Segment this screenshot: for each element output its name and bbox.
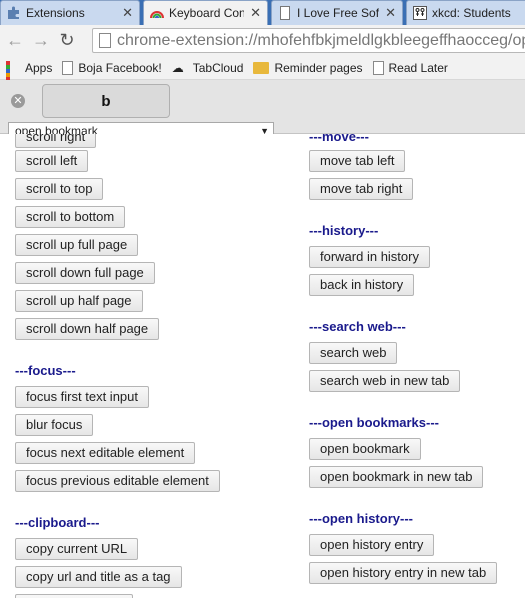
section-heading-open-bookmarks: ---open bookmarks--- xyxy=(309,415,439,430)
command-button[interactable]: copy url and title as a tag xyxy=(15,566,182,588)
section-heading-clipboard: ---clipboard--- xyxy=(15,515,100,530)
tab-title: I Love Free Sof xyxy=(297,6,380,20)
command-button[interactable]: scroll left xyxy=(15,150,89,172)
command-button[interactable]: scroll down full page xyxy=(15,262,155,284)
bookmark-label: Read Later xyxy=(388,60,448,75)
command-button[interactable]: scroll right xyxy=(15,134,97,148)
command-button[interactable]: focus previous editable element xyxy=(15,470,220,492)
section-heading-focus: ---focus--- xyxy=(15,363,76,378)
tab-extensions[interactable]: Extensions ✕ xyxy=(0,0,140,25)
command-button[interactable]: scroll to top xyxy=(15,178,104,200)
shortcut-key-input[interactable]: b xyxy=(42,84,170,118)
bookmark-tabcloud[interactable]: ☁ TabCloud xyxy=(172,61,244,75)
bookmark-apps[interactable]: Apps xyxy=(6,60,53,97)
page-icon xyxy=(278,6,292,20)
command-button[interactable]: scroll to bottom xyxy=(15,206,126,228)
cloud-icon: ☁ xyxy=(171,60,184,75)
tab-title: Keyboard Con xyxy=(169,6,245,20)
address-bar[interactable]: chrome-extension://mhofehfbkjmeldlgkblee… xyxy=(92,28,525,53)
tab-title: Extensions xyxy=(26,6,85,20)
command-button[interactable]: focus next editable element xyxy=(15,442,196,464)
command-button[interactable]: scroll down half page xyxy=(15,318,160,340)
command-button[interactable]: move tab left xyxy=(309,150,406,172)
command-button[interactable]: open history entry in new tab xyxy=(309,562,498,584)
xkcd-icon xyxy=(413,6,427,20)
folder-icon xyxy=(253,61,270,74)
command-button[interactable]: copy current URL xyxy=(15,538,139,560)
close-icon[interactable]: ✕ xyxy=(385,5,396,21)
command-button[interactable]: focus first text input xyxy=(15,386,149,408)
bookmark-label: Reminder pages xyxy=(274,60,363,75)
bookmark-read-later[interactable]: Read Later xyxy=(372,60,448,75)
browser-toolbar: ← → ↻ chrome-extension://mhofehfbkjmeldl… xyxy=(0,25,525,56)
puzzle-icon xyxy=(7,6,21,20)
tab-keyboard-con[interactable]: Keyboard Con ✕ xyxy=(143,0,268,25)
command-button[interactable]: scroll up full page xyxy=(15,234,139,256)
command-button[interactable]: blur focus xyxy=(15,414,94,436)
bookmarks-bar: Apps Boja Facebook! ☁ TabCloud Reminder … xyxy=(0,56,525,97)
shortcut-editor: ✕ b open bookmark ▼ xyxy=(0,80,525,140)
bookmark-label: Apps xyxy=(25,60,53,75)
command-button[interactable]: open history entry xyxy=(309,534,435,556)
bookmark-boja-facebook[interactable]: Boja Facebook! xyxy=(62,60,162,75)
section-heading-search-web: ---search web--- xyxy=(309,319,406,334)
command-button[interactable]: search web xyxy=(309,342,398,364)
command-button[interactable]: search web in new tab xyxy=(309,370,461,392)
command-button[interactable]: scroll up half page xyxy=(15,290,143,312)
tab-i-love-free-software[interactable]: I Love Free Sof ✕ xyxy=(271,0,403,25)
close-icon[interactable]: ✕ xyxy=(250,5,261,21)
command-button[interactable]: open bookmark in new tab xyxy=(309,466,484,488)
forward-arrow-icon[interactable]: → xyxy=(30,30,52,52)
clear-icon[interactable]: ✕ xyxy=(11,94,25,108)
apps-grid-icon xyxy=(6,60,20,97)
bookmark-label: Boja Facebook! xyxy=(78,60,162,75)
close-icon[interactable]: ✕ xyxy=(122,5,133,21)
bookmark-label: TabCloud xyxy=(192,60,244,75)
command-button[interactable]: move tab right xyxy=(309,178,414,200)
reload-icon[interactable]: ↻ xyxy=(56,30,78,52)
page-icon xyxy=(372,60,384,75)
tab-xkcd[interactable]: xkcd: Students xyxy=(406,0,525,25)
tab-title: xkcd: Students xyxy=(432,6,511,20)
section-heading-move: ---move--- xyxy=(309,134,369,144)
bookmark-reminder-pages[interactable]: Reminder pages xyxy=(253,60,363,75)
section-heading-open-history: ---open history--- xyxy=(309,511,413,526)
command-button[interactable]: back in history xyxy=(309,274,415,296)
section-heading-history: ---history--- xyxy=(309,223,379,238)
command-button[interactable]: open bookmark xyxy=(309,438,421,460)
back-arrow-icon[interactable]: ← xyxy=(4,30,26,52)
command-button-partial[interactable] xyxy=(15,594,133,598)
page-icon xyxy=(99,33,111,48)
tab-strip: Extensions ✕ Keyboard Con ✕ I Love Free … xyxy=(0,0,525,25)
command-list: scroll right scroll left scroll to top s… xyxy=(0,134,525,598)
address-url: chrome-extension://mhofehfbkjmeldlgkblee… xyxy=(117,31,525,49)
command-button[interactable]: forward in history xyxy=(309,246,430,268)
rainbow-icon xyxy=(150,6,164,20)
page-icon xyxy=(62,60,74,75)
